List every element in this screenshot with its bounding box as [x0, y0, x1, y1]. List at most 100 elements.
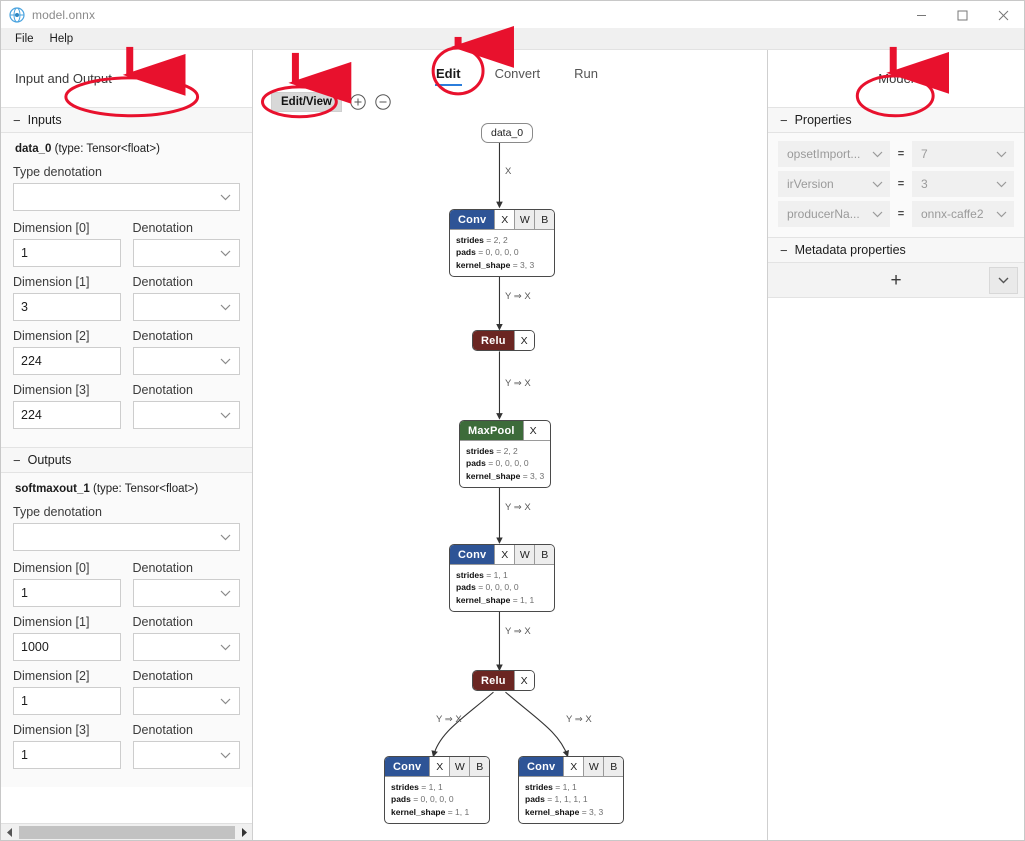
- op-port-x[interactable]: X: [494, 545, 514, 564]
- output-dim3-denotation-select[interactable]: [133, 741, 241, 769]
- op-port-x[interactable]: X: [494, 210, 514, 229]
- input-dim0-denotation-select[interactable]: [133, 239, 241, 267]
- attr-kernel-shape: kernel_shape = 1, 1: [456, 594, 548, 606]
- tab-edit[interactable]: Edit: [428, 66, 469, 87]
- left-panel-horizontal-scrollbar[interactable]: [1, 823, 252, 840]
- scroll-right-arrow-icon[interactable]: [236, 824, 252, 841]
- section-header-inputs[interactable]: − Inputs: [1, 107, 252, 133]
- edit-view-toggle-button[interactable]: Edit/View: [271, 92, 342, 113]
- graph-node-relu-1[interactable]: Relu X: [472, 330, 535, 351]
- op-node-box[interactable]: Conv X W B strides = 2, 2 pads = 0, 0, 0…: [449, 209, 555, 277]
- graph-canvas[interactable]: data_0 Conv X W B strides = 2, 2: [253, 117, 767, 840]
- attr-strides: strides = 1, 1: [525, 781, 617, 793]
- graph-node-data_0[interactable]: data_0: [481, 123, 533, 143]
- output-dimension-row-1: Dimension [1] 1000 Denotation: [13, 615, 240, 661]
- op-node-box[interactable]: Conv X W B strides = 1, 1 pads = 0, 0, 0…: [384, 756, 490, 824]
- op-port-x[interactable]: X: [523, 421, 543, 440]
- op-node-header: Conv X W B: [385, 757, 489, 776]
- op-port-w[interactable]: W: [449, 757, 469, 776]
- menu-item-help[interactable]: Help: [42, 31, 82, 47]
- op-port-x[interactable]: X: [514, 331, 534, 350]
- graph-node-conv-2[interactable]: Conv X W B strides = 1, 1 pads = 0, 0, 0…: [449, 544, 555, 612]
- output-dim2-denotation-select[interactable]: [133, 687, 241, 715]
- op-node-box[interactable]: Relu X: [472, 670, 535, 691]
- property-value-select[interactable]: 7: [912, 141, 1014, 167]
- zoom-out-icon[interactable]: [374, 93, 392, 111]
- add-metadata-button[interactable]: +: [890, 271, 901, 290]
- attr-pads: pads = 0, 0, 0, 0: [456, 581, 548, 593]
- property-value-select[interactable]: 3: [912, 171, 1014, 197]
- section-header-outputs[interactable]: − Outputs: [1, 447, 252, 473]
- property-key-select[interactable]: producerNa...: [778, 201, 890, 227]
- collapse-icon-inputs[interactable]: −: [13, 114, 21, 127]
- section-header-properties[interactable]: − Properties: [768, 107, 1024, 133]
- property-key-label: irVersion: [787, 177, 834, 191]
- output-dim2-value[interactable]: 1: [13, 687, 121, 715]
- minimize-button[interactable]: [901, 1, 942, 29]
- property-value-select[interactable]: onnx-caffe2: [912, 201, 1014, 227]
- graph-canvas-scroll[interactable]: data_0 Conv X W B strides = 2, 2: [253, 117, 767, 840]
- op-node-box[interactable]: Conv X W B strides = 1, 1 pads = 0, 0, 0…: [449, 544, 555, 612]
- collapse-icon-properties[interactable]: −: [780, 114, 788, 127]
- op-port-x[interactable]: X: [429, 757, 449, 776]
- op-port-x[interactable]: X: [514, 671, 534, 690]
- input-dim3-denotation-select[interactable]: [133, 401, 241, 429]
- op-port-b[interactable]: B: [469, 757, 489, 776]
- edge-label-6: Y ⇒ X: [566, 714, 592, 725]
- output-entry-type: (type: Tensor<float>): [93, 483, 198, 495]
- op-port-b[interactable]: B: [603, 757, 623, 776]
- output-dim1-denotation-select[interactable]: [133, 633, 241, 661]
- op-node-box[interactable]: Conv X W B strides = 1, 1 pads = 1, 1, 1…: [518, 756, 624, 824]
- edge-label-1: Y ⇒ X: [505, 291, 531, 302]
- section-header-metadata-properties[interactable]: − Metadata properties: [768, 237, 1024, 263]
- tab-run[interactable]: Run: [566, 66, 606, 87]
- graph-node-conv-4[interactable]: Conv X W B strides = 1, 1 pads = 1, 1, 1…: [518, 756, 624, 824]
- attr-pads: pads = 0, 0, 0, 0: [391, 793, 483, 805]
- op-port-x[interactable]: X: [563, 757, 583, 776]
- op-port-b[interactable]: B: [534, 210, 554, 229]
- op-node-box[interactable]: MaxPool X strides = 2, 2 pads = 0, 0, 0,…: [459, 420, 551, 488]
- op-port-w[interactable]: W: [583, 757, 603, 776]
- close-button[interactable]: [983, 1, 1024, 29]
- input-dim1-value[interactable]: 3: [13, 293, 121, 321]
- input-dim0-value[interactable]: 1: [13, 239, 121, 267]
- op-port-w[interactable]: W: [514, 545, 534, 564]
- graph-node-conv-3[interactable]: Conv X W B strides = 1, 1 pads = 0, 0, 0…: [384, 756, 490, 824]
- input-entry-name: data_0: [15, 143, 51, 155]
- metadata-expand-button[interactable]: [989, 267, 1018, 294]
- output-dim0-denotation-select[interactable]: [133, 579, 241, 607]
- output-dim1-denotation-label: Denotation: [133, 615, 241, 629]
- output-dim3-value[interactable]: 1: [13, 741, 121, 769]
- graph-node-conv-1[interactable]: Conv X W B strides = 2, 2 pads = 0, 0, 0…: [449, 209, 555, 277]
- output-dimension-row-2: Dimension [2] 1 Denotation: [13, 669, 240, 715]
- collapse-icon-metadata[interactable]: −: [780, 244, 788, 257]
- input-dim1-denotation-select[interactable]: [133, 293, 241, 321]
- maximize-button[interactable]: [942, 1, 983, 29]
- graph-node-relu-2[interactable]: Relu X: [472, 670, 535, 691]
- collapse-icon-outputs[interactable]: −: [13, 454, 21, 467]
- op-node-attributes: strides = 1, 1 pads = 0, 0, 0, 0 kernel_…: [385, 776, 489, 823]
- scrollbar-track[interactable]: [17, 824, 236, 841]
- input-type-denotation-select[interactable]: [13, 183, 240, 211]
- op-port-w[interactable]: W: [514, 210, 534, 229]
- zoom-in-icon[interactable]: [349, 93, 367, 111]
- output-dim0-value[interactable]: 1: [13, 579, 121, 607]
- scrollbar-thumb[interactable]: [19, 826, 235, 839]
- output-dim1-value[interactable]: 1000: [13, 633, 121, 661]
- input-dim0-label: Dimension [0]: [13, 221, 121, 235]
- op-node-box[interactable]: Relu X: [472, 330, 535, 351]
- property-key-select[interactable]: opsetImport...: [778, 141, 890, 167]
- op-port-b[interactable]: B: [534, 545, 554, 564]
- tab-convert[interactable]: Convert: [487, 66, 549, 87]
- scroll-left-arrow-icon[interactable]: [1, 824, 17, 841]
- op-node-name: Relu: [473, 331, 514, 350]
- input-dim2-denotation-select[interactable]: [133, 347, 241, 375]
- input-dim3-value[interactable]: 224: [13, 401, 121, 429]
- graph-node-maxpool-1[interactable]: MaxPool X strides = 2, 2 pads = 0, 0, 0,…: [459, 420, 551, 488]
- input-dim2-value[interactable]: 224: [13, 347, 121, 375]
- property-key-label: opsetImport...: [787, 147, 860, 161]
- edge-label-5: Y ⇒ X: [436, 714, 462, 725]
- output-type-denotation-select[interactable]: [13, 523, 240, 551]
- property-key-select[interactable]: irVersion: [778, 171, 890, 197]
- menu-item-file[interactable]: File: [7, 31, 42, 47]
